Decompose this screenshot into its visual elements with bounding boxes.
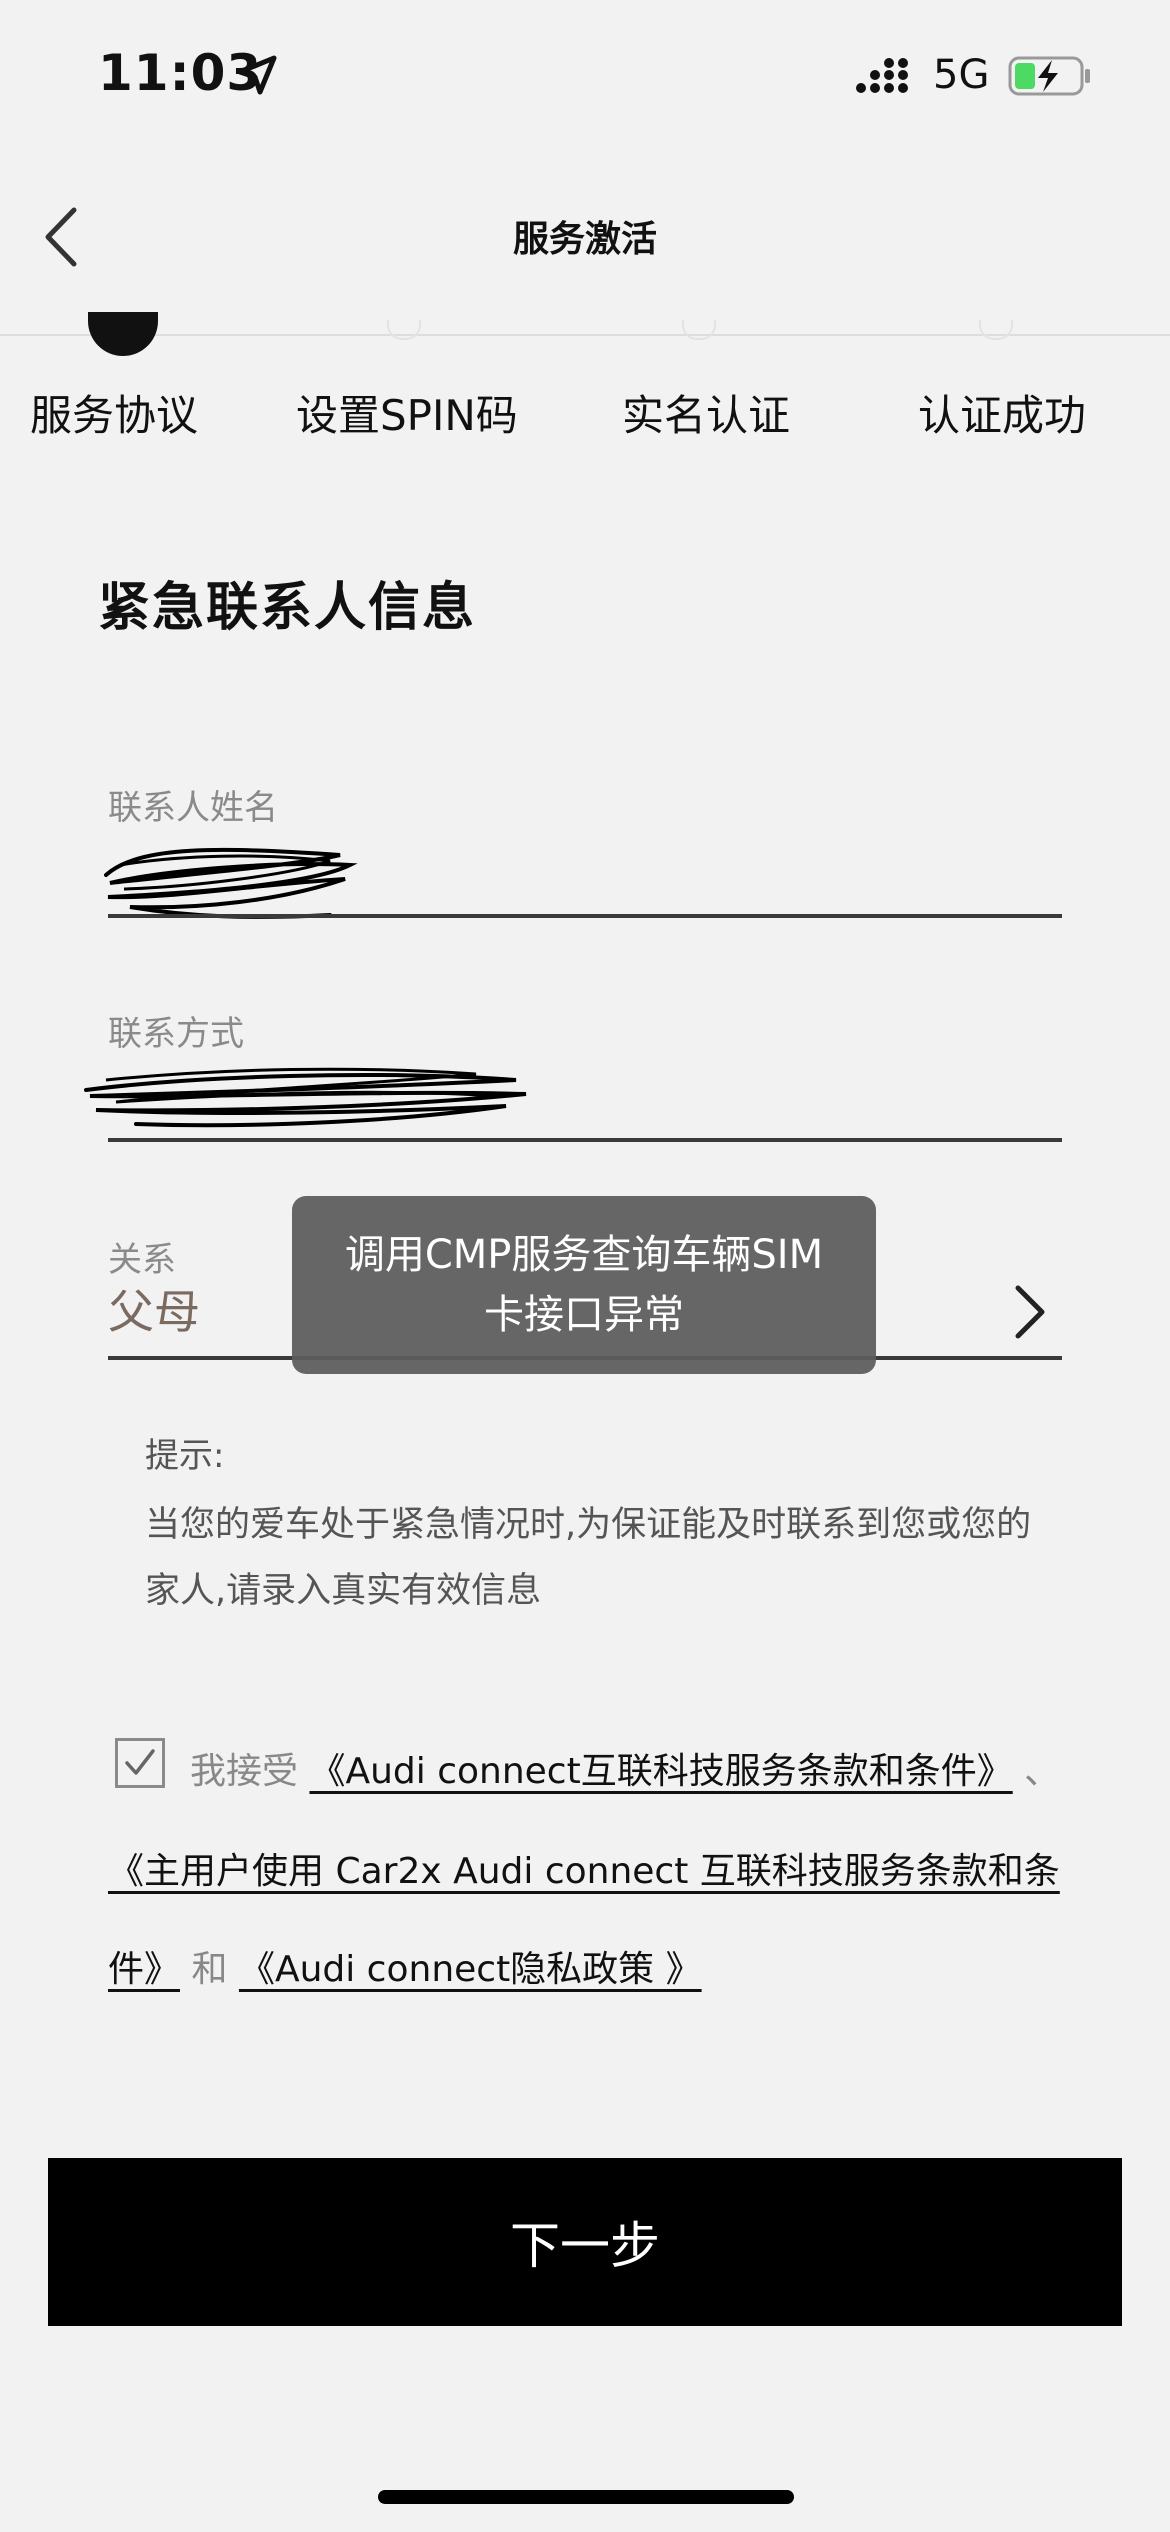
battery-charging-icon xyxy=(1008,56,1090,96)
section-title: 紧急联系人信息 xyxy=(98,578,477,638)
agreement-line-1: 我接受 《Audi connect互联科技服务条款和条件》 、 xyxy=(190,1742,1070,1794)
error-toast: 调用CMP服务查询车辆SIM 卡接口异常 xyxy=(292,1196,876,1374)
service-terms-link[interactable]: 《Audi connect互联科技服务条款和条件》 xyxy=(309,1751,1012,1792)
agree-checkbox[interactable] xyxy=(115,1738,165,1788)
tip-body: 当您的爱车处于紧急情况时,为保证能及时联系到您或您的家人,请录入真实有效信息 xyxy=(145,1505,1032,1611)
location-arrow-icon xyxy=(237,55,277,95)
checkmark-icon xyxy=(125,1749,155,1775)
step-2-marker xyxy=(387,320,421,340)
agree-conjunction: 和 xyxy=(191,1949,228,1990)
agree-prefix: 我接受 xyxy=(190,1751,299,1792)
relation-value[interactable]: 父母 xyxy=(108,1276,200,1342)
step-label-realname: 实名认证 xyxy=(622,391,791,440)
step-label-spin: 设置SPIN码 xyxy=(296,391,518,440)
progress-steps: 服务协议 设置SPIN码 实名认证 认证成功 xyxy=(0,312,1170,460)
nav-bar: 服务激活 xyxy=(0,140,1170,336)
contact-name-input[interactable] xyxy=(104,830,1062,920)
relation-label: 关系 xyxy=(108,1240,176,1280)
step-label-agreement: 服务协议 xyxy=(30,391,199,440)
step-4-marker xyxy=(979,320,1013,340)
relation-select-button[interactable] xyxy=(1010,1282,1050,1342)
step-label-success: 认证成功 xyxy=(918,391,1087,440)
contact-name-label: 联系人姓名 xyxy=(108,788,278,828)
toast-line-1: 调用CMP服务查询车辆SIM xyxy=(344,1232,824,1278)
car2x-terms-link[interactable]: 《主用户使用 Car2x Audi connect 互联科技服务条款和条 xyxy=(108,1851,1060,1892)
car2x-terms-link-end[interactable]: 件》 xyxy=(108,1949,180,1990)
network-label: 5G xyxy=(933,52,990,98)
toast-line-2: 卡接口异常 xyxy=(484,1292,684,1338)
status-bar: 11:03 5G xyxy=(0,0,1170,140)
contact-phone-label: 联系方式 xyxy=(108,1014,244,1054)
step-3-marker xyxy=(682,320,716,340)
home-indicator xyxy=(378,2490,794,2504)
redaction-scribble xyxy=(84,1067,527,1128)
agreement-line-3: 件》 和 《Audi connect隐私政策 》 xyxy=(108,1940,1068,1992)
agree-separator: 、 xyxy=(1024,1751,1061,1792)
agreement-line-2: 《主用户使用 Car2x Audi connect 互联科技服务条款和条 xyxy=(108,1842,1068,1894)
contact-phone-input[interactable] xyxy=(80,1050,1062,1140)
tip-title: 提示: xyxy=(145,1436,225,1476)
signal-icon xyxy=(856,58,908,93)
step-1-marker xyxy=(88,312,158,356)
contact-name-underline xyxy=(108,914,1062,918)
contact-phone-underline xyxy=(108,1138,1062,1142)
redaction-scribble xyxy=(104,847,358,919)
privacy-policy-link[interactable]: 《Audi connect隐私政策 》 xyxy=(239,1949,702,1990)
page-title: 服务激活 xyxy=(512,219,657,260)
next-button[interactable]: 下一步 xyxy=(48,2158,1122,2326)
chevron-right-icon xyxy=(1015,1285,1045,1339)
